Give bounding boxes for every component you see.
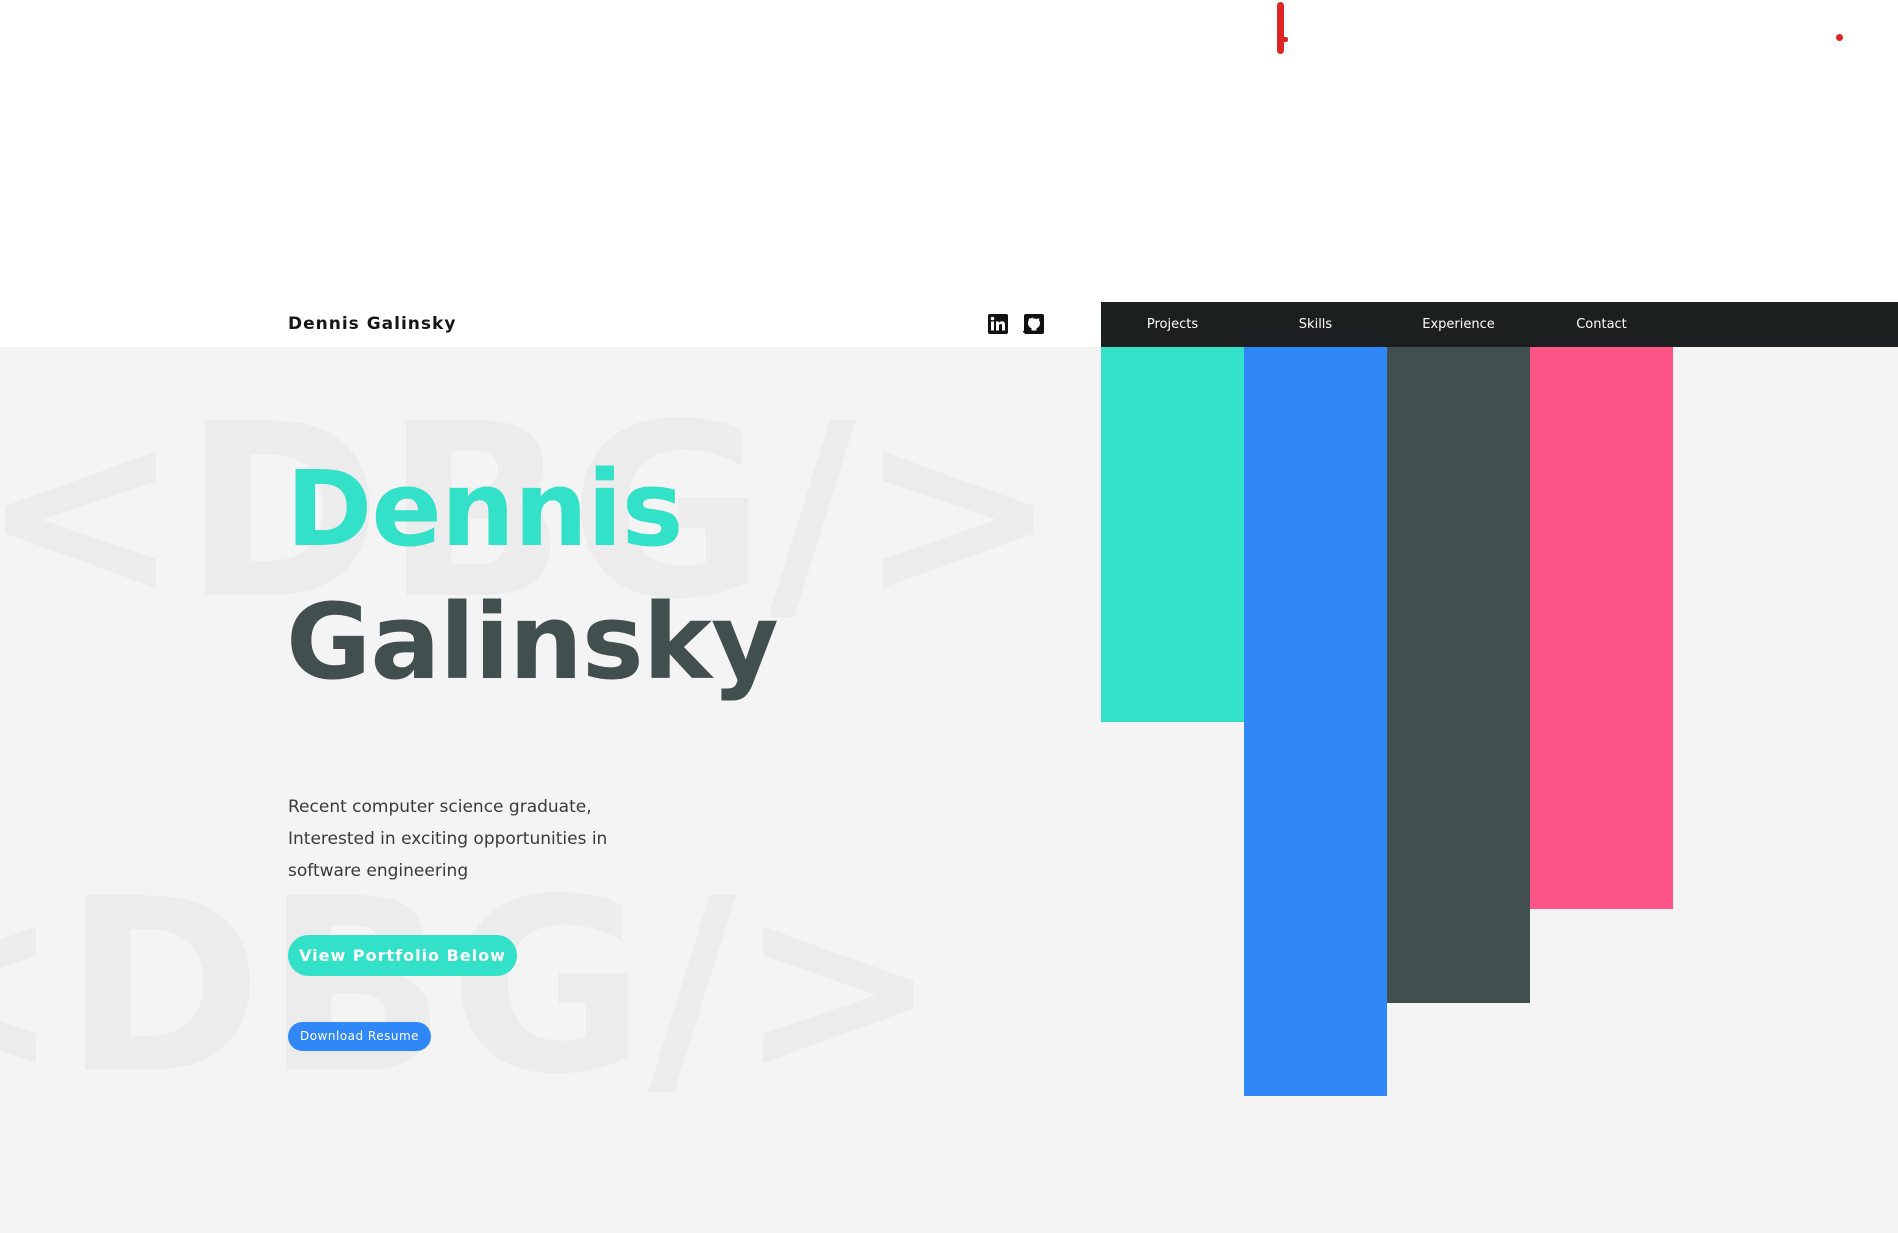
tagline-line: Recent computer science graduate, xyxy=(288,797,592,817)
red-cursor-mark xyxy=(1277,2,1284,54)
view-portfolio-button[interactable]: View Portfolio Below xyxy=(288,935,517,976)
nav-item-skills[interactable]: Skills xyxy=(1244,302,1387,347)
main-nav: Projects Skills Experience Contact xyxy=(1101,302,1898,347)
tagline-line: software engineering xyxy=(288,861,469,881)
nav-item-experience[interactable]: Experience xyxy=(1387,302,1530,347)
hero-tagline: Recent computer science graduate, Intere… xyxy=(288,791,628,887)
hero-first-name: Dennis xyxy=(286,448,683,570)
blue-color-bar xyxy=(1244,347,1387,1096)
nav-item-projects[interactable]: Projects xyxy=(1101,302,1244,347)
pink-color-bar xyxy=(1530,347,1673,909)
brand-name[interactable]: Dennis Galinsky xyxy=(288,314,456,334)
watermark-logo-bottom: <DBG/> xyxy=(0,847,941,1127)
red-cursor-nub xyxy=(1282,37,1288,42)
site-header: Dennis Galinsky Projects Skills Experien… xyxy=(0,302,1898,347)
slate-color-bar xyxy=(1387,347,1530,1003)
red-dot-mark xyxy=(1836,34,1843,41)
hero-last-name: Galinsky xyxy=(286,581,779,703)
download-resume-button[interactable]: Download Resume xyxy=(288,1022,431,1051)
github-icon[interactable] xyxy=(1023,313,1045,335)
nav-item-contact[interactable]: Contact xyxy=(1530,302,1673,347)
linkedin-icon[interactable] xyxy=(987,313,1009,335)
tagline-line: Interested in exciting opportunities in xyxy=(288,829,608,849)
teal-color-bar xyxy=(1101,347,1244,722)
page: Dennis Galinsky Projects Skills Experien… xyxy=(0,0,1898,1233)
